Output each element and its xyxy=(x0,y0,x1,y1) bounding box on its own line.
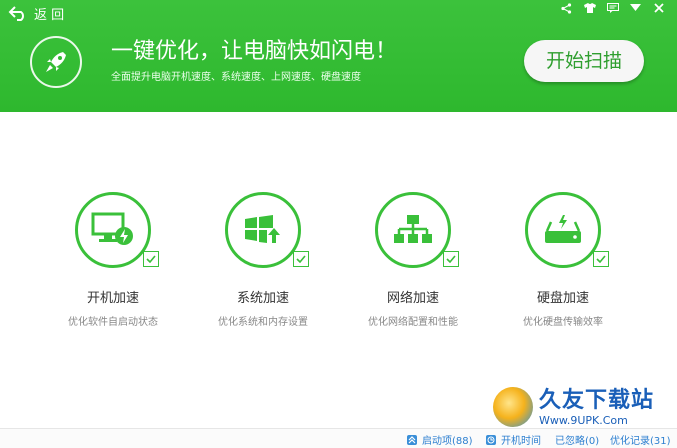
feature-system-speedup[interactable]: 系统加速 优化系统和内存设置 xyxy=(188,192,338,330)
history-link[interactable]: 优化记录(31) xyxy=(610,432,671,447)
feature-circle xyxy=(75,192,159,268)
back-label: 返 回 xyxy=(34,7,65,23)
feature-network-speedup[interactable]: 网络加速 优化网络配置和性能 xyxy=(338,192,488,330)
network-icon xyxy=(394,215,432,243)
headline: 一键优化，让电脑快如闪电！ xyxy=(111,39,398,64)
monitor-boost-icon xyxy=(91,212,133,245)
feature-circle xyxy=(225,192,309,268)
double-up-icon xyxy=(407,434,417,445)
feature-circle xyxy=(375,192,459,268)
feature-boot-speedup[interactable]: 开机加速 优化软件自启动状态 xyxy=(38,192,188,330)
check-icon xyxy=(296,255,306,263)
feature-disk-speedup[interactable]: 硬盘加速 优化硬盘传输效率 xyxy=(488,192,638,330)
back-arrow-icon xyxy=(8,6,24,21)
watermark-brand: 久友下载站 xyxy=(539,387,655,413)
feature-desc: 优化硬盘传输效率 xyxy=(523,317,603,328)
check-icon xyxy=(146,255,156,263)
site-watermark: 久友下载站 Www.9UPK.Com xyxy=(493,383,673,431)
feature-circle xyxy=(525,192,609,268)
check-icon xyxy=(596,255,606,263)
status-bar: 启动项(88) 开机时间 已忽略(0) 优化记录(31) xyxy=(0,428,677,448)
window-controls xyxy=(560,0,665,16)
feature-desc: 优化软件自启动状态 xyxy=(68,317,158,328)
ignored-link[interactable]: 已忽略(0) xyxy=(555,432,599,447)
startup-items-link[interactable]: 启动项(88) xyxy=(407,432,473,447)
feedback-icon[interactable] xyxy=(606,2,619,15)
feature-title: 系统加速 xyxy=(236,291,289,306)
feature-checkbox[interactable] xyxy=(443,251,459,267)
feature-title: 硬盘加速 xyxy=(536,291,589,306)
share-icon[interactable] xyxy=(560,2,573,15)
rocket-icon xyxy=(30,36,82,88)
feature-checkbox[interactable] xyxy=(293,251,309,267)
feature-checkbox[interactable] xyxy=(143,251,159,267)
watermark-url: Www.9UPK.Com xyxy=(539,413,628,427)
clock-icon xyxy=(486,434,496,445)
feature-title: 开机加速 xyxy=(86,291,139,306)
skin-icon[interactable] xyxy=(583,2,596,15)
subline: 全面提升电脑开机速度、系统速度、上网速度、硬盘速度 xyxy=(111,72,361,83)
start-scan-button[interactable]: 开始扫描 xyxy=(524,40,644,82)
feature-desc: 优化网络配置和性能 xyxy=(368,317,458,328)
windows-icon xyxy=(245,215,280,243)
close-icon[interactable] xyxy=(652,2,665,15)
header-banner: 返 回 一键优化，让电脑快如闪电！ 全面提升电脑开机速度、系统速度、上网速度、硬… xyxy=(0,0,677,112)
feature-checkbox[interactable] xyxy=(593,251,609,267)
boot-time-link[interactable]: 开机时间 xyxy=(486,432,541,447)
menu-icon[interactable] xyxy=(629,2,642,15)
feature-desc: 优化系统和内存设置 xyxy=(218,317,308,328)
check-icon xyxy=(446,255,456,263)
feature-title: 网络加速 xyxy=(386,291,439,306)
watermark-logo-icon xyxy=(493,387,533,427)
back-button[interactable]: 返 回 xyxy=(8,2,64,24)
harddisk-icon xyxy=(545,215,581,243)
